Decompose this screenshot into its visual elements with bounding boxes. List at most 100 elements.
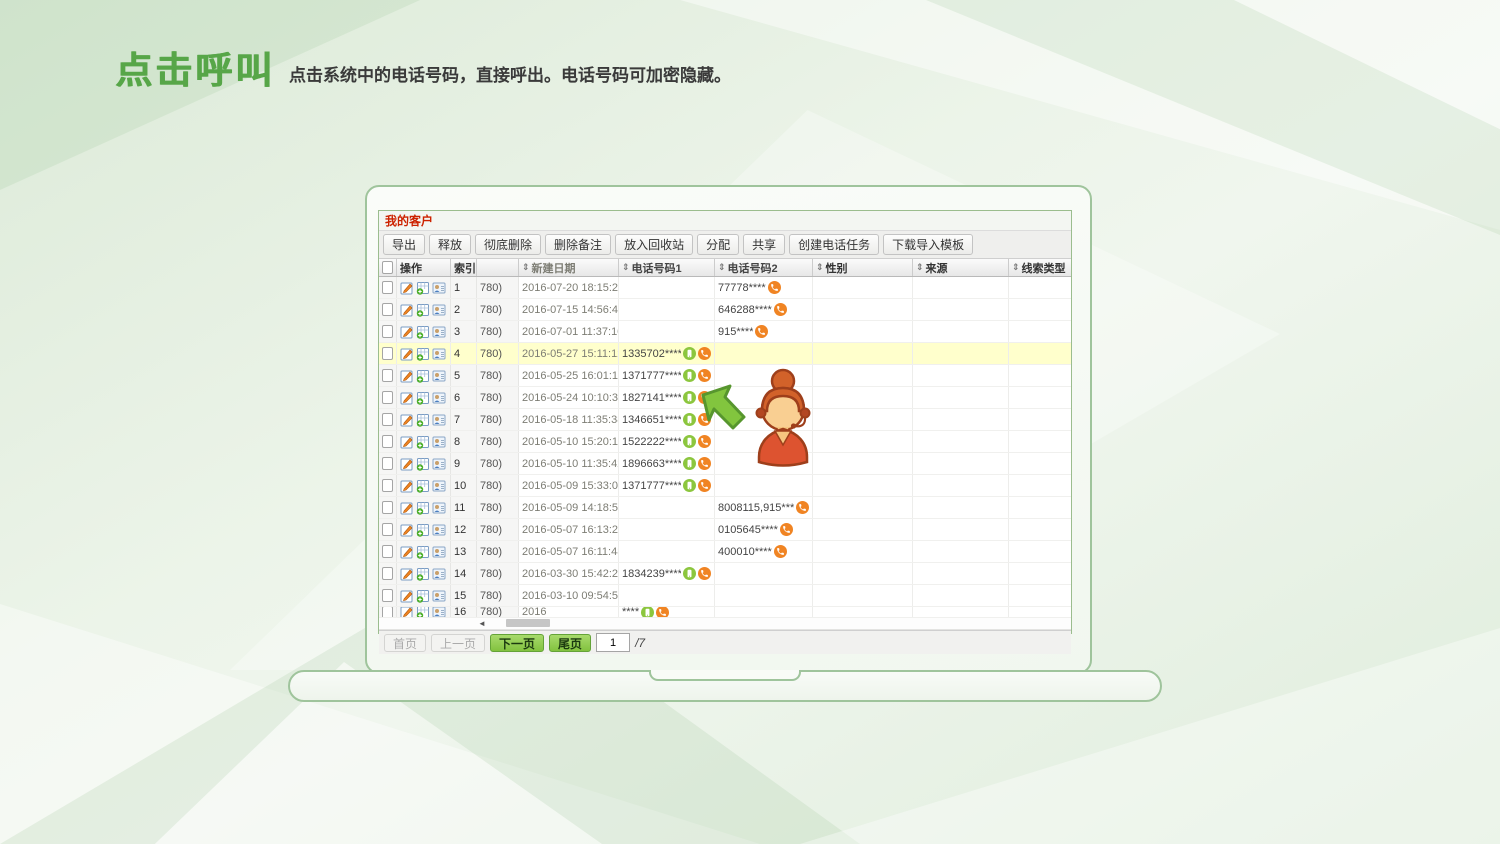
column-header[interactable]: ⇕ 线索类型: [1009, 259, 1071, 276]
sort-icon[interactable]: ⇕: [816, 263, 824, 272]
row-checkbox[interactable]: [382, 281, 393, 294]
add-record-icon[interactable]: [416, 347, 430, 361]
contact-card-icon[interactable]: [432, 281, 446, 295]
row-checkbox[interactable]: [382, 413, 393, 426]
contact-card-icon[interactable]: [432, 435, 446, 449]
contact-card-icon[interactable]: [432, 457, 446, 471]
row-checkbox[interactable]: [382, 523, 393, 536]
row-checkbox[interactable]: [382, 607, 393, 617]
row-checkbox[interactable]: [382, 369, 393, 382]
mobile-call-icon[interactable]: [683, 413, 696, 426]
add-record-icon[interactable]: [416, 479, 430, 493]
add-record-icon[interactable]: [416, 589, 430, 603]
add-record-icon[interactable]: [416, 303, 430, 317]
phone-call-icon[interactable]: [755, 325, 768, 338]
edit-icon[interactable]: [400, 479, 414, 493]
phone-call-icon[interactable]: [656, 607, 669, 617]
toolbar-button[interactable]: 下载导入模板: [883, 234, 973, 255]
row-checkbox[interactable]: [382, 567, 393, 580]
phone-call-icon[interactable]: [774, 303, 787, 316]
table-row[interactable]: 14 780) 2016-03-30 15:42:20 1834239****: [379, 563, 1071, 585]
toolbar-button[interactable]: 导出: [383, 234, 425, 255]
table-row[interactable]: 12 780) 2016-05-07 16:13:27 0105645****: [379, 519, 1071, 541]
row-checkbox[interactable]: [382, 325, 393, 338]
column-header[interactable]: ⇕ 电话号码1: [619, 259, 715, 276]
add-record-icon[interactable]: [416, 413, 430, 427]
contact-card-icon[interactable]: [432, 369, 446, 383]
row-checkbox[interactable]: [382, 501, 393, 514]
phone2-number[interactable]: 8008115,915****: [718, 502, 794, 514]
phone1-number[interactable]: 1834239****: [622, 568, 681, 580]
phone2-number[interactable]: 915****: [718, 326, 753, 338]
contact-card-icon[interactable]: [432, 501, 446, 515]
phone-call-icon[interactable]: [698, 479, 711, 492]
contact-card-icon[interactable]: [432, 325, 446, 339]
contact-card-icon[interactable]: [432, 413, 446, 427]
edit-icon[interactable]: [400, 347, 414, 361]
phone1-number[interactable]: 1522222****: [622, 436, 681, 448]
edit-icon[interactable]: [400, 545, 414, 559]
column-header[interactable]: 索引: [451, 259, 477, 276]
column-header[interactable]: ⇕ 来源: [913, 259, 1009, 276]
toolbar-button[interactable]: 放入回收站: [615, 234, 693, 255]
contact-card-icon[interactable]: [432, 589, 446, 603]
phone1-number[interactable]: 1371777****: [622, 480, 681, 492]
row-checkbox[interactable]: [382, 391, 393, 404]
horizontal-scrollbar[interactable]: ◄: [379, 618, 1071, 630]
table-row[interactable]: 3 780) 2016-07-01 11:37:10 915****: [379, 321, 1071, 343]
toolbar-button[interactable]: 彻底删除: [475, 234, 541, 255]
phone1-number[interactable]: ****: [622, 607, 639, 617]
add-record-icon[interactable]: [416, 457, 430, 471]
add-record-icon[interactable]: [416, 325, 430, 339]
last-page-button[interactable]: 尾页: [549, 634, 591, 652]
row-checkbox[interactable]: [382, 479, 393, 492]
add-record-icon[interactable]: [416, 523, 430, 537]
contact-card-icon[interactable]: [432, 523, 446, 537]
edit-icon[interactable]: [400, 607, 414, 617]
phone2-number[interactable]: 0105645****: [718, 524, 778, 536]
toolbar-button[interactable]: 共享: [743, 234, 785, 255]
add-record-icon[interactable]: [416, 369, 430, 383]
add-record-icon[interactable]: [416, 391, 430, 405]
table-row[interactable]: 16 780) 2016 ****: [379, 607, 1071, 618]
phone-call-icon[interactable]: [698, 567, 711, 580]
phone2-number[interactable]: 400010****: [718, 546, 772, 558]
edit-icon[interactable]: [400, 589, 414, 603]
edit-icon[interactable]: [400, 325, 414, 339]
contact-card-icon[interactable]: [432, 567, 446, 581]
edit-icon[interactable]: [400, 281, 414, 295]
mobile-call-icon[interactable]: [683, 435, 696, 448]
phone1-number[interactable]: 1335702****: [622, 348, 681, 360]
edit-icon[interactable]: [400, 457, 414, 471]
row-checkbox[interactable]: [382, 435, 393, 448]
next-page-button[interactable]: 下一页: [490, 634, 544, 652]
select-all-checkbox[interactable]: [382, 261, 393, 274]
phone-call-icon[interactable]: [698, 347, 711, 360]
edit-icon[interactable]: [400, 391, 414, 405]
table-row[interactable]: 1 780) 2016-07-20 18:15:22 77778****: [379, 277, 1071, 299]
toolbar-button[interactable]: 删除备注: [545, 234, 611, 255]
sort-icon[interactable]: ⇕: [718, 263, 726, 272]
column-header[interactable]: [477, 259, 519, 276]
phone-call-icon[interactable]: [774, 545, 787, 558]
phone1-number[interactable]: 1896663****: [622, 458, 681, 470]
edit-icon[interactable]: [400, 567, 414, 581]
toolbar-button[interactable]: 分配: [697, 234, 739, 255]
contact-card-icon[interactable]: [432, 347, 446, 361]
row-checkbox[interactable]: [382, 457, 393, 470]
add-record-icon[interactable]: [416, 435, 430, 449]
phone1-number[interactable]: 1346651****: [622, 414, 681, 426]
column-header[interactable]: ⇕ 性别: [813, 259, 913, 276]
row-checkbox[interactable]: [382, 347, 393, 360]
phone2-number[interactable]: 77778****: [718, 282, 766, 294]
mobile-call-icon[interactable]: [683, 347, 696, 360]
add-record-icon[interactable]: [416, 545, 430, 559]
sort-icon[interactable]: ⇕: [522, 263, 530, 272]
table-row[interactable]: 2 780) 2016-07-15 14:56:45 646288****: [379, 299, 1071, 321]
column-header[interactable]: ⇕ 电话号码2: [715, 259, 813, 276]
table-row[interactable]: 11 780) 2016-05-09 14:18:53 8008115,915*…: [379, 497, 1071, 519]
table-row[interactable]: 15 780) 2016-03-10 09:54:58: [379, 585, 1071, 607]
edit-icon[interactable]: [400, 413, 414, 427]
prev-page-button[interactable]: 上一页: [431, 634, 485, 652]
sort-icon[interactable]: ⇕: [916, 263, 924, 272]
